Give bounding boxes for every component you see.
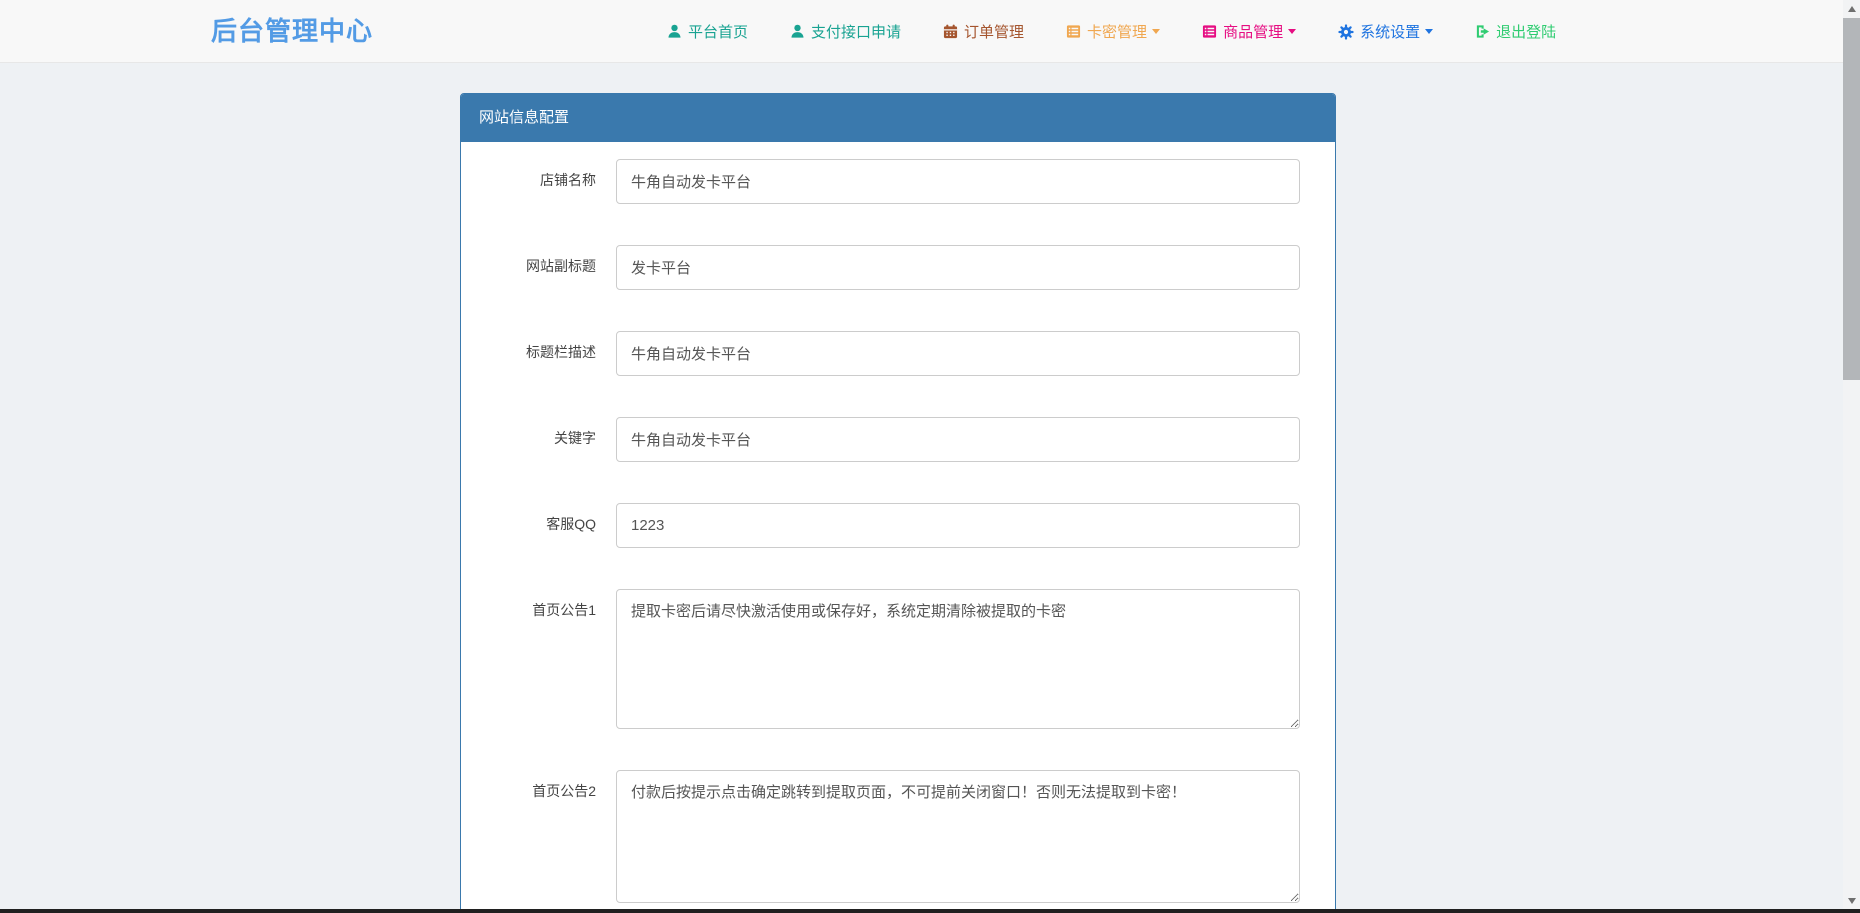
form-row: 客服QQ <box>476 503 1320 548</box>
site-subtitle-input[interactable] <box>616 245 1300 290</box>
panel-title: 网站信息配置 <box>461 94 1335 142</box>
form-row: 关键字 <box>476 417 1320 462</box>
user-icon <box>790 24 805 39</box>
main-nav: 平台首页 支付接口申请 订单管理 卡密管理 <box>646 0 1577 63</box>
nav-item-label: 订单管理 <box>964 21 1024 42</box>
nav-item-orders[interactable]: 订单管理 <box>922 21 1045 42</box>
scrollbar-up-arrow-icon[interactable] <box>1843 0 1860 17</box>
home-notice-2-label: 首页公告2 <box>476 770 616 903</box>
top-navbar: 后台管理中心 平台首页 支付接口申请 订单管理 卡密管理 <box>0 0 1860 63</box>
nav-item-cards[interactable]: 卡密管理 <box>1045 21 1181 42</box>
title-desc-input[interactable] <box>616 331 1300 376</box>
form-row: 网站副标题 <box>476 245 1320 290</box>
scrollbar-thumb[interactable] <box>1843 18 1860 380</box>
site-config-panel: 网站信息配置 店铺名称 网站副标题 标题栏描述 关键字 客服QQ 首页公告1 提… <box>460 93 1336 913</box>
chevron-down-icon <box>1288 29 1296 34</box>
keywords-input[interactable] <box>616 417 1300 462</box>
chevron-down-icon <box>1425 29 1433 34</box>
nav-item-label: 支付接口申请 <box>811 21 901 42</box>
scrollbar-down-arrow-icon[interactable] <box>1843 892 1860 909</box>
nav-item-settings[interactable]: 系统设置 <box>1317 21 1454 42</box>
bottom-edge <box>0 909 1860 913</box>
home-notice-1-label: 首页公告1 <box>476 589 616 729</box>
logout-icon <box>1475 24 1490 39</box>
home-notice-2-input[interactable]: 付款后按提示点击确定跳转到提取页面，不可提前关闭窗口！否则无法提取到卡密！ <box>616 770 1300 903</box>
keywords-label: 关键字 <box>476 417 616 462</box>
list-icon <box>1202 24 1217 39</box>
page-scrollbar[interactable] <box>1843 0 1860 913</box>
nav-item-label: 卡密管理 <box>1087 21 1147 42</box>
user-icon <box>667 24 682 39</box>
nav-item-label: 商品管理 <box>1223 21 1283 42</box>
form-row: 店铺名称 <box>476 159 1320 204</box>
list-icon <box>1066 24 1081 39</box>
nav-item-label: 退出登陆 <box>1496 21 1556 42</box>
gear-icon <box>1338 24 1354 40</box>
service-qq-input[interactable] <box>616 503 1300 548</box>
nav-item-label: 平台首页 <box>688 21 748 42</box>
form-row: 首页公告2 付款后按提示点击确定跳转到提取页面，不可提前关闭窗口！否则无法提取到… <box>476 770 1320 903</box>
site-subtitle-label: 网站副标题 <box>476 245 616 290</box>
calendar-icon <box>943 24 958 39</box>
app-title[interactable]: 后台管理中心 <box>211 0 373 63</box>
nav-item-products[interactable]: 商品管理 <box>1181 21 1317 42</box>
form-row: 首页公告1 提取卡密后请尽快激活使用或保存好，系统定期清除被提取的卡密 <box>476 589 1320 729</box>
shop-name-label: 店铺名称 <box>476 159 616 204</box>
shop-name-input[interactable] <box>616 159 1300 204</box>
chevron-down-icon <box>1152 29 1160 34</box>
nav-item-label: 系统设置 <box>1360 21 1420 42</box>
nav-item-logout[interactable]: 退出登陆 <box>1454 21 1577 42</box>
form-row: 标题栏描述 <box>476 331 1320 376</box>
service-qq-label: 客服QQ <box>476 503 616 548</box>
home-notice-1-input[interactable]: 提取卡密后请尽快激活使用或保存好，系统定期清除被提取的卡密 <box>616 589 1300 729</box>
nav-item-payment-apply[interactable]: 支付接口申请 <box>769 21 922 42</box>
nav-item-home[interactable]: 平台首页 <box>646 21 769 42</box>
title-desc-label: 标题栏描述 <box>476 331 616 376</box>
site-config-form: 店铺名称 网站副标题 标题栏描述 关键字 客服QQ 首页公告1 提取卡密后请尽快… <box>461 142 1335 913</box>
